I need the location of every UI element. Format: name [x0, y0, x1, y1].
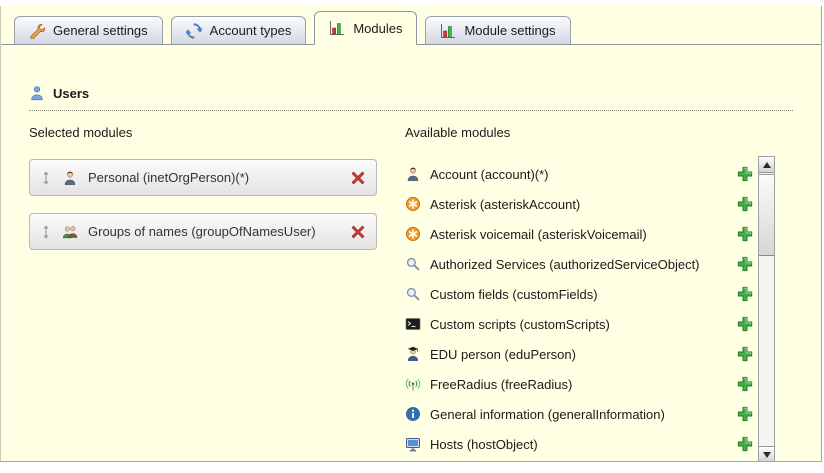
terminal-icon: [405, 316, 421, 332]
available-module-label: Authorized Services (authorizedServiceOb…: [430, 257, 728, 272]
asterisk-icon: [405, 196, 421, 212]
arrow-down-icon: [763, 452, 771, 458]
selected-module-label: Personal (inetOrgPerson)(*): [88, 170, 340, 185]
selected-module-row: Personal (inetOrgPerson)(*): [29, 159, 377, 196]
delete-icon[interactable]: [350, 170, 366, 186]
tab-label: Module settings: [464, 23, 555, 38]
available-module-row: General information (generalInformation): [405, 399, 753, 429]
scroll-thumb[interactable]: [759, 174, 774, 256]
arrow-up-icon: [763, 162, 771, 168]
available-module-row: Account (account)(*): [405, 159, 753, 189]
available-module-label: Asterisk voicemail (asteriskVoicemail): [430, 227, 728, 242]
user-icon: [29, 85, 45, 101]
available-module-row: Asterisk (asteriskAccount): [405, 189, 753, 219]
add-icon[interactable]: [737, 286, 753, 302]
available-module-label: Custom fields (customFields): [430, 287, 728, 302]
available-module-label: Account (account)(*): [430, 167, 728, 182]
add-icon[interactable]: [737, 316, 753, 332]
tab-account-types[interactable]: Account types: [171, 16, 307, 44]
add-icon[interactable]: [737, 406, 753, 422]
info-icon: [405, 406, 421, 422]
selected-module-label: Groups of names (groupOfNamesUser): [88, 224, 340, 239]
move-handle-icon[interactable]: [40, 224, 52, 240]
available-module-row: FreeRadius (freeRadius): [405, 369, 753, 399]
available-module-label: FreeRadius (freeRadius): [430, 377, 728, 392]
add-icon[interactable]: [737, 436, 753, 452]
available-module-label: General information (generalInformation): [430, 407, 728, 422]
add-icon[interactable]: [737, 376, 753, 392]
edu-person-icon: [405, 346, 421, 362]
available-module-row: EDU person (eduPerson): [405, 339, 753, 369]
available-module-row: Custom scripts (customScripts): [405, 309, 753, 339]
modules-config-panel: General settings Account types Modules M…: [0, 6, 822, 462]
asterisk-icon: [405, 226, 421, 242]
magnifier-icon: [405, 286, 421, 302]
available-module-row: Hosts (hostObject): [405, 429, 753, 459]
add-icon[interactable]: [737, 166, 753, 182]
group-icon: [62, 224, 78, 240]
delete-icon[interactable]: [350, 224, 366, 240]
tab-bar: General settings Account types Modules M…: [1, 6, 821, 45]
available-module-row: Authorized Services (authorizedServiceOb…: [405, 249, 753, 279]
section-header-users: Users: [29, 85, 793, 111]
computer-icon: [405, 436, 421, 452]
add-icon[interactable]: [737, 256, 753, 272]
add-icon[interactable]: [737, 196, 753, 212]
selected-modules-column: Selected modules Personal (inetOrgPerson…: [29, 125, 405, 462]
available-module-row: Asterisk voicemail (asteriskVoicemail): [405, 219, 753, 249]
tab-content: Users Selected modules Personal (inetOrg…: [1, 45, 821, 462]
person-icon: [62, 170, 78, 186]
chart-icon: [329, 20, 345, 36]
radius-icon: [405, 376, 421, 392]
magnifier-icon: [405, 256, 421, 272]
tab-label: Account types: [210, 23, 292, 38]
available-module-label: Asterisk (asteriskAccount): [430, 197, 728, 212]
selected-module-row: Groups of names (groupOfNamesUser): [29, 213, 377, 250]
module-columns: Selected modules Personal (inetOrgPerson…: [29, 125, 793, 462]
add-icon[interactable]: [737, 226, 753, 242]
person-icon: [405, 166, 421, 182]
available-modules-heading: Available modules: [405, 125, 793, 141]
selected-modules-heading: Selected modules: [29, 125, 405, 141]
available-module-label: Custom scripts (customScripts): [430, 317, 728, 332]
move-handle-icon[interactable]: [40, 170, 52, 186]
add-icon[interactable]: [737, 346, 753, 362]
tab-modules[interactable]: Modules: [314, 11, 417, 45]
section-title: Users: [53, 86, 89, 101]
scroll-down-button[interactable]: [759, 446, 774, 462]
available-module-label: Hosts (hostObject): [430, 437, 728, 452]
available-modules-column: Available modules Account (account)(*) A…: [405, 125, 793, 462]
tab-label: Modules: [353, 21, 402, 36]
scrollbar[interactable]: [758, 156, 775, 462]
wrench-icon: [29, 23, 45, 39]
available-module-label: EDU person (eduPerson): [430, 347, 728, 362]
tab-label: General settings: [53, 23, 148, 38]
chart-icon: [440, 23, 456, 39]
tab-module-settings[interactable]: Module settings: [425, 16, 570, 44]
refresh-icon: [186, 23, 202, 39]
available-modules-list: Account (account)(*) Asterisk (asteriskA…: [405, 159, 753, 459]
available-module-row: Custom fields (customFields): [405, 279, 753, 309]
tab-general-settings[interactable]: General settings: [14, 16, 163, 44]
scroll-up-button[interactable]: [759, 157, 774, 173]
